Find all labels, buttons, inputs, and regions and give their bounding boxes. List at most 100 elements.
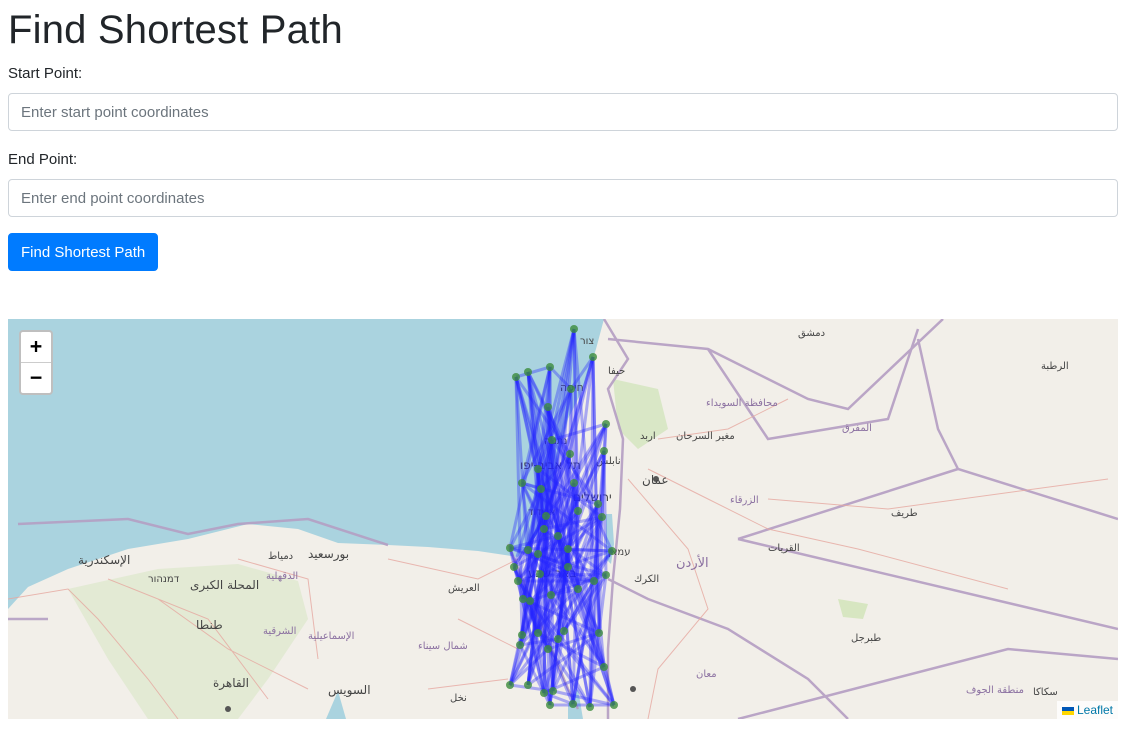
route-node-marker[interactable] [534,629,542,637]
route-node-marker[interactable] [519,595,527,603]
map-attribution: Leaflet [1056,701,1118,719]
route-node-marker[interactable] [524,546,532,554]
zoom-in-button[interactable]: + [21,332,51,362]
route-node-marker[interactable] [506,544,514,552]
route-node-marker[interactable] [567,385,575,393]
route-node-marker[interactable] [602,571,610,579]
route-node-marker[interactable] [540,689,548,697]
route-node-marker[interactable] [602,420,610,428]
start-point-label: Start Point: [8,65,83,82]
route-node-marker[interactable] [544,645,552,653]
route-node-marker[interactable] [560,627,568,635]
ukraine-flag-icon [1061,706,1074,715]
route-node-marker[interactable] [554,635,562,643]
route-node-marker[interactable] [570,325,578,333]
label-ismailia: الإسماعيلية [308,631,354,642]
label-zarqa: الزرقاء [730,495,759,506]
label-daqahlia: الدقهلية [266,571,298,582]
label-turaif: طريف [891,508,918,519]
route-node-marker[interactable] [546,701,554,709]
label-mafraq: المفرق [842,423,872,434]
zoom-control: + − [19,330,53,395]
route-node-marker[interactable] [542,512,550,520]
route-node-marker[interactable] [600,663,608,671]
route-node-marker[interactable] [526,597,534,605]
route-node-marker[interactable] [574,585,582,593]
route-node-marker[interactable] [544,403,552,411]
label-damietta: دمياط [268,551,293,562]
route-node-marker[interactable] [590,577,598,585]
route-node-marker[interactable] [534,465,542,473]
route-node-marker[interactable] [546,363,554,371]
route-node-marker[interactable] [570,479,578,487]
route-node-marker[interactable] [595,629,603,637]
label-north-sinai: شمال سيناء [418,641,468,652]
find-shortest-path-button[interactable]: Find Shortest Path [8,233,159,271]
route-node-marker[interactable] [547,591,555,599]
route-node-marker[interactable] [574,507,582,515]
route-node-marker[interactable] [524,368,532,376]
zoom-out-button[interactable]: − [21,362,51,393]
label-mahalla: المحلة الكبرى [190,578,259,593]
label-portsaid: بورسعيد [308,547,349,562]
route-node-marker[interactable] [514,577,522,585]
route-node-marker[interactable] [566,450,574,458]
label-sharqia: الشرقية [263,626,296,637]
label-suwayda: محافظة السويداء [706,398,778,409]
map-tiles: الإسكندرية المحلة الكبرى طنطا القاهرة بو… [8,319,1118,719]
route-node-marker[interactable] [569,700,577,708]
label-sakaka: سكاكا [1033,687,1058,698]
label-maan: معان [696,669,717,680]
nile-delta [68,564,308,719]
label-damascus: دمشق [798,328,825,339]
route-node-marker[interactable] [594,500,602,508]
green-area-2 [838,599,868,619]
label-haifa-ar: حيفا [608,366,625,377]
route-node-marker[interactable] [516,641,524,649]
route-node-marker[interactable] [536,570,544,578]
label-tabarjal: طبرجل [851,633,881,644]
route-node-marker[interactable] [564,563,572,571]
label-irbid: اربد [640,431,656,442]
start-point-input[interactable] [8,93,1118,131]
end-point-label: End Point: [8,151,78,168]
label-amman: عمان [642,473,669,487]
route-node-marker[interactable] [610,701,618,709]
route-node-marker[interactable] [549,687,557,695]
route-node-marker[interactable] [540,525,548,533]
route-node-marker[interactable] [564,545,572,553]
label-tanta: طنطا [196,618,223,632]
label-karak: الكرك [634,574,659,585]
route-node-marker[interactable] [608,547,616,555]
route-node-marker[interactable] [537,485,545,493]
map[interactable]: الإسكندرية المحلة الكبرى طنطا القاهرة بو… [8,319,1118,719]
route-node-marker[interactable] [510,563,518,571]
route-node-marker[interactable] [524,681,532,689]
label-jawf: منطقة الجوف [966,685,1024,696]
route-node-marker[interactable] [518,631,526,639]
label-arish: العريش [448,583,480,594]
label-jordan: الأردن [676,554,709,571]
label-mughayyir: مغير السرحان [676,431,735,442]
route-node-marker[interactable] [512,373,520,381]
route-node-marker[interactable] [534,550,542,558]
label-suez: السويس [328,683,371,698]
route-node-marker[interactable] [518,479,526,487]
end-point-input[interactable] [8,179,1118,217]
route-edge [602,450,608,576]
label-tyre: צור [580,336,594,347]
label-rutba: الرطبة [1041,361,1069,372]
route-node-marker[interactable] [598,513,606,521]
label-damanhur: דמנהור [148,574,180,585]
leaflet-link[interactable]: Leaflet [1077,703,1113,717]
route-node-marker[interactable] [506,681,514,689]
route-node-marker[interactable] [554,532,562,540]
route-node-marker[interactable] [589,353,597,361]
label-qurayyat: القريات [768,543,800,554]
route-node-marker[interactable] [586,703,594,711]
route-node-marker[interactable] [548,436,556,444]
route-node-marker[interactable] [600,447,608,455]
label-cairo: القاهرة [213,676,249,691]
label-nakhl: نخل [450,693,467,704]
label-alexandria: الإسكندرية [78,553,130,568]
